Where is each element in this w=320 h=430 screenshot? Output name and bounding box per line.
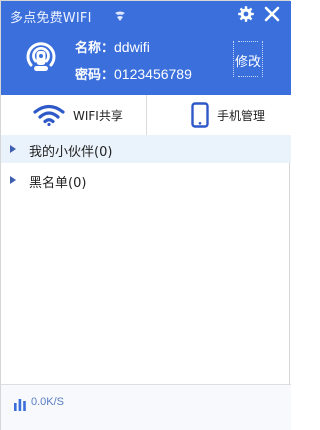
wifi-name-row: 名称：ddwifi [75, 37, 150, 56]
network-speed: 0.0K/S [31, 396, 65, 408]
wifi-password-label: 密码： [75, 68, 115, 83]
signal-bars-icon [14, 399, 26, 411]
wifi-name-value: ddwifi [114, 39, 150, 55]
tab-wifi-share-label: WIFI共享 [73, 109, 123, 123]
app-window: 多点免费WIFI 名称：ddwifi 密码：0123456789 修改 WIFI… [0, 0, 291, 430]
expand-arrow-icon[interactable] [9, 144, 17, 154]
wifi-password-value: 0123456789 [114, 66, 192, 82]
wifi-name-label: 名称： [75, 41, 115, 56]
wifi-icon [33, 104, 65, 126]
group-my-partners[interactable]: 我的小伙伴(0) [1, 135, 291, 163]
group-blacklist[interactable]: 黑名单(0) [1, 166, 291, 194]
tab-phone-manage-label: 手机管理 [217, 109, 266, 123]
close-icon[interactable] [263, 5, 281, 23]
wifi-password-row: 密码：0123456789 [75, 64, 192, 83]
phone-icon [191, 102, 209, 128]
device-group-list: 我的小伙伴(0) 黑名单(0) [1, 135, 291, 194]
group-blacklist-label: 黑名单(0) [29, 176, 87, 191]
tab-phone-manage[interactable]: 手机管理 [147, 95, 291, 135]
app-logo-icon [115, 11, 125, 21]
hotspot-icon [26, 42, 56, 71]
gear-icon[interactable] [237, 5, 255, 23]
header-panel: 多点免费WIFI 名称：ddwifi 密码：0123456789 修改 [1, 1, 291, 95]
expand-arrow-icon[interactable] [9, 175, 17, 185]
tab-bar: WIFI共享 手机管理 [1, 95, 291, 135]
edit-button[interactable]: 修改 [233, 41, 263, 77]
status-bar: 0.0K/S [1, 384, 291, 430]
tab-wifi-share[interactable]: WIFI共享 [1, 95, 147, 135]
group-my-partners-label: 我的小伙伴(0) [29, 145, 113, 160]
app-title: 多点免费WIFI [10, 11, 92, 26]
